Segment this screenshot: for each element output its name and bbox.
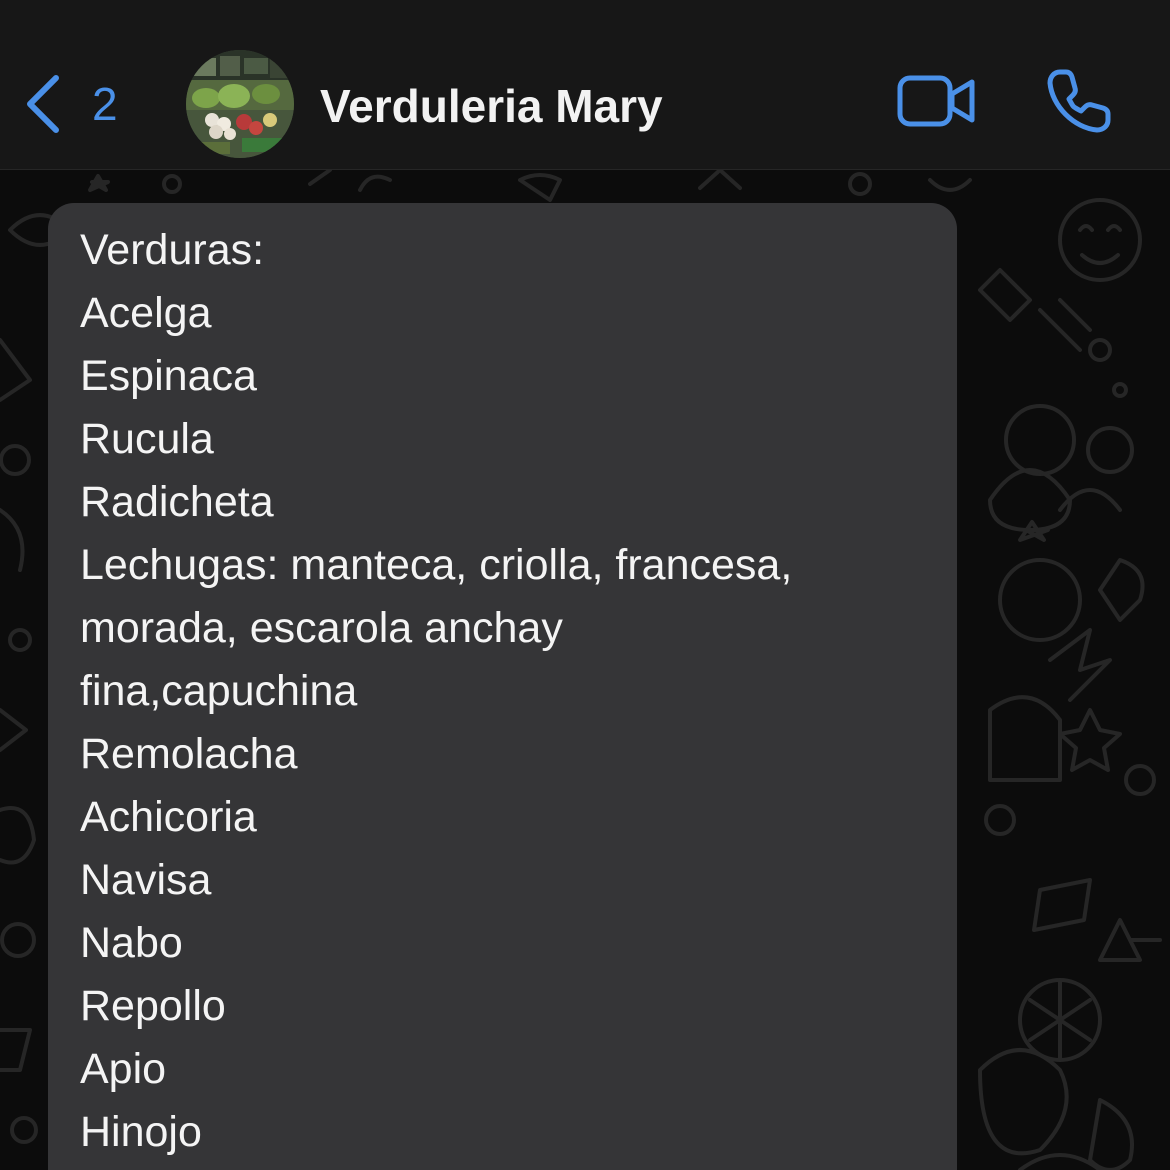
back-button[interactable]: 2	[22, 72, 118, 136]
chat-screen: 2 Verduleria Mary Verduras: Acelga Espin…	[0, 0, 1170, 1170]
chevron-left-icon	[27, 75, 59, 133]
avatar[interactable]	[186, 50, 294, 158]
contact-name[interactable]: Verduleria Mary	[320, 78, 663, 134]
video-call-button[interactable]	[896, 72, 976, 130]
message-line: fina,capuchina	[80, 667, 358, 715]
message-text: Verduras: Acelga Espinaca Rucula Radiche…	[80, 219, 792, 1164]
message-line: Acelga	[80, 289, 212, 337]
message-line: Repollo	[80, 982, 226, 1030]
video-camera-icon	[897, 75, 975, 127]
chat-header: 2 Verduleria Mary	[0, 0, 1170, 170]
message-line: Nabo	[80, 919, 183, 967]
avatar-image	[186, 50, 294, 158]
message-line: Apio	[80, 1045, 167, 1093]
message-line: morada, escarola anchay	[80, 604, 563, 652]
message-line: Verduras:	[80, 226, 265, 274]
message-line: Radicheta	[80, 478, 274, 526]
message-line: Remolacha	[80, 730, 298, 778]
message-line: Navisa	[80, 856, 212, 904]
message-line: Achicoria	[80, 793, 257, 841]
phone-icon	[1047, 69, 1111, 133]
message-line: Espinaca	[80, 352, 257, 400]
message-line: Hinojo	[80, 1108, 202, 1156]
message-line: Lechugas: manteca, criolla, francesa,	[80, 541, 793, 589]
message-line: Rucula	[80, 415, 214, 463]
voice-call-button[interactable]	[1046, 68, 1112, 134]
unread-count: 2	[92, 78, 118, 130]
